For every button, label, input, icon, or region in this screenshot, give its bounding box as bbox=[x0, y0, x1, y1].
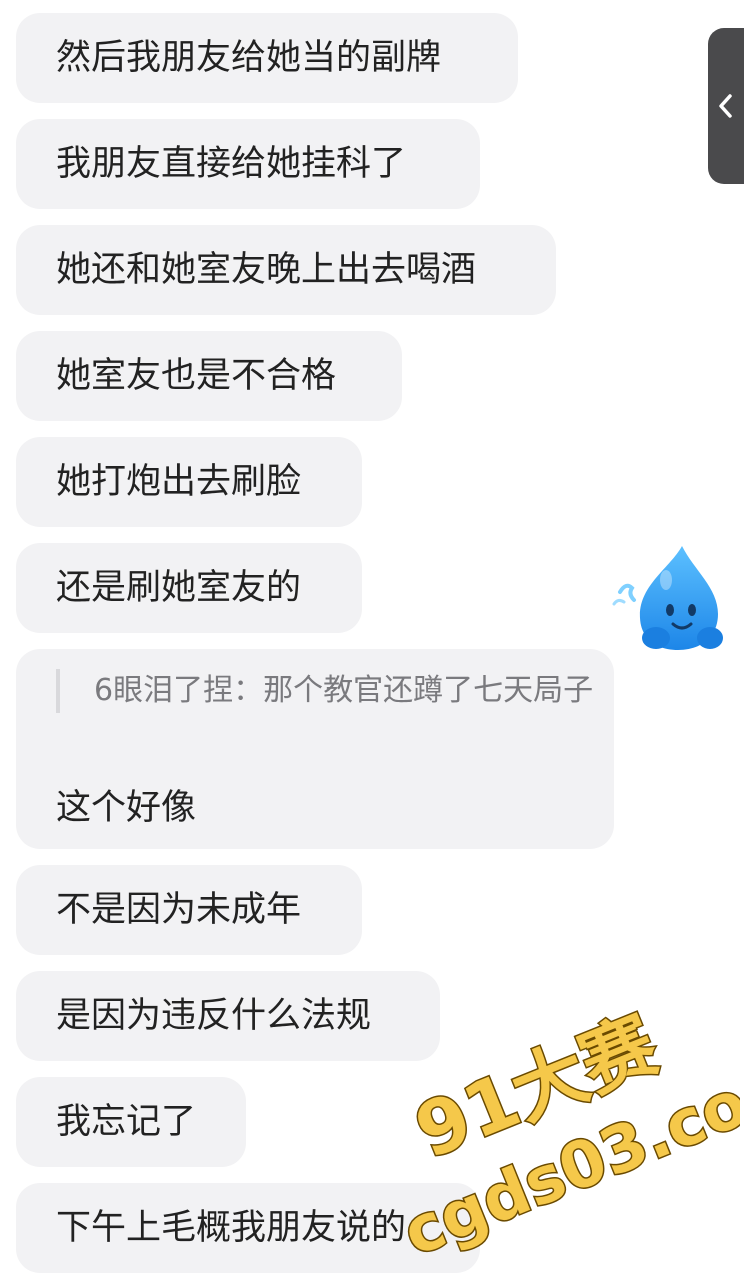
message-text: 是因为违反什么法规 bbox=[56, 996, 372, 1036]
message-text: 下午上毛概我朋友说的 bbox=[56, 1208, 407, 1248]
message-bubble[interactable]: 我朋友直接给她挂科了 bbox=[16, 119, 480, 209]
chevron-left-icon bbox=[719, 94, 732, 118]
message-bubble[interactable]: 我忘记了 bbox=[16, 1077, 246, 1167]
water-drop-mascot-icon[interactable] bbox=[610, 540, 734, 656]
message-bubble[interactable]: 她还和她室友晚上出去喝酒 bbox=[16, 225, 556, 315]
quoted-reference[interactable]: 6眼泪了捏：那个教官还蹲了七天局子 bbox=[56, 669, 593, 713]
message-bubble[interactable]: 不是因为未成年 bbox=[16, 865, 362, 955]
message-text: 然后我朋友给她当的副牌 bbox=[56, 38, 442, 78]
chat-view: 然后我朋友给她当的副牌 我朋友直接给她挂科了 她还和她室友晚上出去喝酒 她室友也… bbox=[0, 0, 744, 1280]
side-panel-tab[interactable] bbox=[708, 28, 744, 184]
message-bubble[interactable]: 她室友也是不合格 bbox=[16, 331, 402, 421]
message-text: 我忘记了 bbox=[56, 1102, 197, 1142]
message-text: 她打炮出去刷脸 bbox=[56, 462, 302, 502]
message-text: 还是刷她室友的 bbox=[56, 568, 302, 608]
message-bubble[interactable]: 下午上毛概我朋友说的 bbox=[16, 1183, 480, 1273]
message-bubble[interactable]: 然后我朋友给她当的副牌 bbox=[16, 13, 518, 103]
message-bubble[interactable]: 她打炮出去刷脸 bbox=[16, 437, 362, 527]
watermark-line1: 91大赛 bbox=[404, 1001, 670, 1175]
message-text: 我朋友直接给她挂科了 bbox=[56, 144, 407, 184]
message-text: 她室友也是不合格 bbox=[56, 356, 337, 396]
message-bubble[interactable]: 是因为违反什么法规 bbox=[16, 971, 440, 1061]
message-text: 不是因为未成年 bbox=[56, 890, 302, 930]
quoted-message-bubble[interactable]: 6眼泪了捏：那个教官还蹲了七天局子 这个好像 bbox=[16, 649, 614, 849]
message-bubble[interactable]: 还是刷她室友的 bbox=[16, 543, 362, 633]
message-text: 她还和她室友晚上出去喝酒 bbox=[56, 250, 477, 290]
message-text: 这个好像 bbox=[56, 788, 197, 828]
